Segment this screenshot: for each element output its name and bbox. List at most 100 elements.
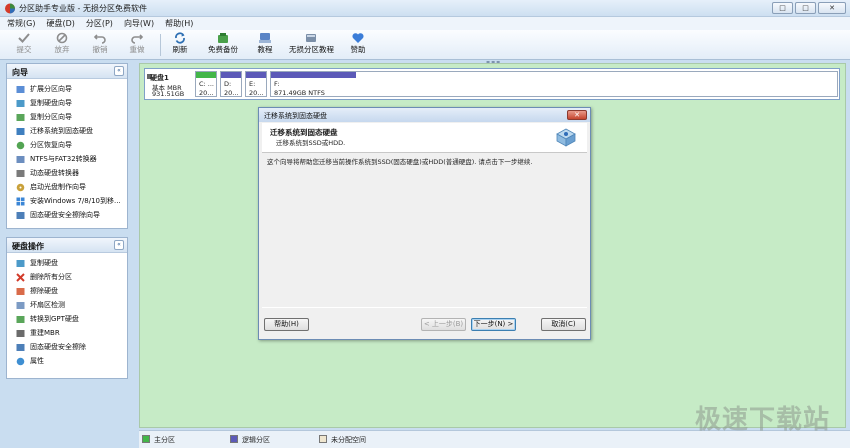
wizard-item-dynamic-disk[interactable]: 动态硬盘转换器 [7,166,127,180]
wizard-item-ntfs-fat32[interactable]: NTFS与FAT32转换器 [7,152,127,166]
menu-help[interactable]: 帮助(H) [165,17,193,30]
gpt-icon [16,316,25,323]
undo-button[interactable]: 撤销 [88,32,112,58]
tutorial-button[interactable]: 教程 [254,32,276,58]
wizard-item-ssd-erase[interactable]: 固态硬盘安全擦除向导 [7,208,127,222]
commit-button[interactable]: 提交 [12,32,36,58]
properties-icon [16,357,25,366]
discard-label: 放弃 [54,45,70,54]
partition-c-label: C: ... [199,80,214,88]
commit-label: 提交 [16,45,32,54]
disk-info[interactable]: 硬盘1 基本 MBR 931.51GB [147,71,193,98]
disk-row[interactable]: 硬盘1 基本 MBR 931.51GB C: ... 20... D: 20..… [144,68,840,100]
wizard-item-copy-partition[interactable]: 复制分区向导 [7,110,127,124]
disk-collapse-button[interactable]: « [114,240,124,250]
wizard-item-boot-cd[interactable]: 启动光盘制作向导 [7,180,127,194]
wizard-item-install-windows[interactable]: 安装Windows 7/8/10到移... [7,194,127,208]
copy-disk-icon [16,100,25,107]
partition-e-size: 20... [249,89,264,97]
partition-e-usage-bar [246,72,266,78]
wizard-item-partition-recovery[interactable]: 分区恢复向导 [7,138,127,152]
donate-button[interactable]: 赞助 [348,32,368,58]
redo-button[interactable]: 重做 [125,32,149,58]
check-icon [16,302,25,309]
legend-unallocated: 未分配空间 [319,435,366,445]
partition-f-label: F: [274,80,280,88]
partition-f-size: 871.49GB NTFS [274,89,325,97]
help-button[interactable]: 帮助(H) [264,318,309,331]
logical-swatch [230,435,238,443]
refresh-button[interactable]: 刷新 [168,32,192,58]
disk-op-wipe[interactable]: 擦除硬盘 [7,284,127,298]
next-button[interactable]: 下一步(N) > [471,318,516,331]
disk-op-convert-gpt[interactable]: 转换到GPT硬盘 [7,312,127,326]
cancel-button[interactable]: 取消(C) [541,318,586,331]
undo-label: 撤销 [92,45,108,54]
menu-disk[interactable]: 硬盘(D) [46,17,74,30]
disk-op-copy-disk[interactable]: 复制硬盘 [7,256,127,270]
convert-icon [16,156,25,163]
delete-icon [16,273,25,282]
discard-button[interactable]: 放弃 [50,32,74,58]
partition-e-label: E: [249,80,256,88]
donate-label: 赞助 [350,45,366,54]
toolbar-separator [160,34,161,56]
disk-op-bad-sector[interactable]: 坏扇区检测 [7,298,127,312]
partition-f[interactable]: F: 871.49GB NTFS [270,71,838,97]
partition-c[interactable]: C: ... 20... [195,71,217,97]
recovery-icon [16,141,25,150]
wizard-panel: 向导 « 扩展分区向导 复制硬盘向导 复制分区向导 迁移系统到固态硬盘 分区恢复… [6,63,128,229]
undo-icon [93,34,106,44]
wizard-collapse-button[interactable]: « [114,66,124,76]
toolbar: 提交 放弃 撤销 重做 刷新 免费备份 教程 无损分区教程 赞助 [0,30,850,60]
menu-general[interactable]: 常规(G) [7,17,35,30]
free-backup-button[interactable]: 免费备份 [205,32,241,58]
menu-wizard[interactable]: 向导(W) [124,17,154,30]
partition-d-size: 20... [224,89,239,97]
wizard-item-extend-partition[interactable]: 扩展分区向导 [7,82,127,96]
disk-op-rebuild-mbr[interactable]: 重建MBR [7,326,127,340]
disk-panel-header: 硬盘操作 « [7,238,127,253]
discard-icon [56,32,68,44]
disk-op-ssd-erase[interactable]: 固态硬盘安全擦除 [7,340,127,354]
legend-primary: 主分区 [142,435,175,445]
refresh-icon [175,32,185,44]
ssd-icon [16,344,25,351]
partition-d-label: D: [224,80,232,88]
lossless-tutorial-label: 无损分区教程 [289,45,334,54]
checkmark-icon [18,33,30,43]
wizard-item-migrate-os[interactable]: 迁移系统到固态硬盘 [7,124,127,138]
copy-partition-icon [16,114,25,121]
refresh-label: 刷新 [172,45,188,54]
unallocated-swatch [319,435,327,443]
menu-bar: 常规(G) 硬盘(D) 分区(P) 向导(W) 帮助(H) [0,17,850,30]
disk-tutorial-icon [306,34,316,42]
legend-logical: 逻辑分区 [230,435,270,445]
tutorial-label: 教程 [257,45,273,54]
dynamic-disk-icon [16,170,25,177]
wizard-item-copy-disk[interactable]: 复制硬盘向导 [7,96,127,110]
minimize-button[interactable]: □ [772,2,793,14]
disk-size: 931.51GB [152,90,185,98]
dialog-title-bar[interactable]: 迁移系统到固态硬盘 ✕ [259,108,590,122]
wipe-icon [16,288,25,295]
windows-icon [16,197,25,206]
partition-c-usage-bar [196,72,216,78]
maximize-button[interactable]: □ [795,2,816,14]
close-window-button[interactable]: ✕ [818,2,846,14]
disk-panel-title: 硬盘操作 [12,242,44,251]
menu-partition[interactable]: 分区(P) [86,17,113,30]
migrate-icon [16,128,25,135]
lossless-tutorial-button[interactable]: 无损分区教程 [289,32,334,58]
tutorial-icon [259,33,271,43]
ssd-migrate-icon [556,128,576,147]
dialog-close-button[interactable]: ✕ [567,110,587,120]
disk-op-properties[interactable]: 属性 [7,354,127,368]
partition-f-usage-bar [271,72,356,78]
partition-d[interactable]: D: 20... [220,71,242,97]
primary-swatch [142,435,150,443]
back-button[interactable]: < 上一步(B) [421,318,466,331]
partition-e[interactable]: E: 20... [245,71,267,97]
cd-icon [16,183,25,192]
disk-op-delete-all[interactable]: 删除所有分区 [7,270,127,284]
